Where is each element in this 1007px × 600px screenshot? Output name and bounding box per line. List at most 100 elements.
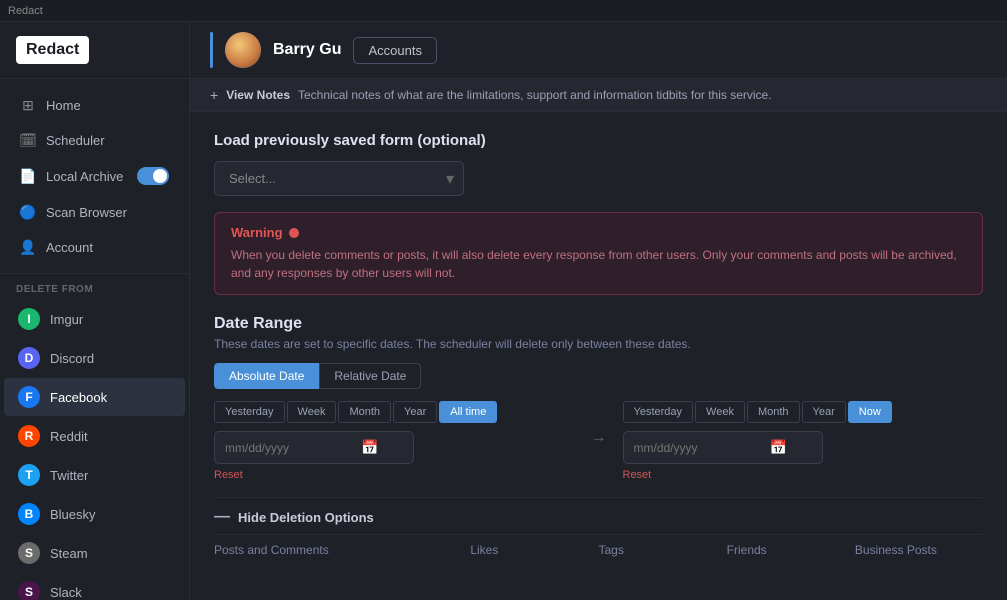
hide-deletion-label: Hide Deletion Options <box>238 510 374 525</box>
sidebar-item-label: Home <box>46 98 81 113</box>
service-label: Reddit <box>50 429 88 444</box>
start-reset-link[interactable]: Reset <box>214 469 575 481</box>
service-item-slack[interactable]: S Slack <box>4 573 185 600</box>
service-item-reddit[interactable]: R Reddit <box>4 417 185 455</box>
end-month-btn[interactable]: Month <box>747 401 800 423</box>
service-label: Facebook <box>50 390 107 405</box>
hide-deletion-options[interactable]: — Hide Deletion Options <box>214 497 983 534</box>
warning-title: Warning <box>231 225 966 240</box>
service-item-steam[interactable]: S Steam <box>4 534 185 572</box>
service-item-discord[interactable]: D Discord <box>4 339 185 377</box>
sidebar-item-account[interactable]: 👤 Account <box>4 230 185 264</box>
tab-relative-date[interactable]: Relative Date <box>319 363 421 389</box>
end-date-group: Yesterday Week Month Year Now 📅 Reset <box>623 401 984 481</box>
arrow-icon: → <box>591 429 607 447</box>
start-year-btn[interactable]: Year <box>393 401 437 423</box>
deletion-options-table: Posts and Comments Likes Tags Friends Bu… <box>214 534 983 565</box>
plus-icon: + <box>210 87 218 103</box>
sidebar-item-label: Account <box>46 240 93 255</box>
service-label: Imgur <box>50 312 83 327</box>
warning-box: Warning When you delete comments or post… <box>214 212 983 295</box>
sidebar-item-home[interactable]: ⊞ Home <box>4 88 185 122</box>
logo: Redact <box>16 36 89 64</box>
local-archive-toggle[interactable] <box>137 167 169 185</box>
date-arrow: → <box>575 429 623 447</box>
sidebar-item-label: Scheduler <box>46 133 105 148</box>
view-notes-bar[interactable]: + View Notes Technical notes of what are… <box>190 79 1007 112</box>
tab-absolute-date[interactable]: Absolute Date <box>214 363 319 389</box>
title-bar: Redact <box>0 0 1007 22</box>
service-label: Steam <box>50 546 88 561</box>
sidebar-logo: Redact <box>0 22 189 79</box>
service-label: Discord <box>50 351 94 366</box>
start-alltime-btn[interactable]: All time <box>439 401 497 423</box>
sidebar-item-scan-browser[interactable]: 🔵 Scan Browser <box>4 195 185 229</box>
home-icon: ⊞ <box>20 97 36 113</box>
end-quick-buttons: Yesterday Week Month Year Now <box>623 401 984 423</box>
view-notes-description: Technical notes of what are the limitati… <box>298 88 772 102</box>
scan-browser-icon: 🔵 <box>20 204 36 220</box>
end-reset-link[interactable]: Reset <box>623 469 984 481</box>
username: Barry Gu <box>273 41 341 59</box>
date-range-title: Date Range <box>214 315 983 333</box>
end-year-btn[interactable]: Year <box>802 401 846 423</box>
steam-icon: S <box>18 542 40 564</box>
accounts-button[interactable]: Accounts <box>353 37 436 64</box>
date-range-subtitle: These dates are set to specific dates. T… <box>214 337 983 351</box>
start-week-btn[interactable]: Week <box>287 401 337 423</box>
start-yesterday-btn[interactable]: Yesterday <box>214 401 285 423</box>
start-quick-buttons: Yesterday Week Month Year All time <box>214 401 575 423</box>
slack-icon: S <box>18 581 40 600</box>
start-date-group: Yesterday Week Month Year All time 📅 Res… <box>214 401 575 481</box>
scheduler-icon: 🗓 <box>20 132 36 148</box>
title-bar-label: Redact <box>8 5 43 17</box>
header-divider <box>210 32 213 68</box>
main-header: Barry Gu Accounts <box>190 22 1007 79</box>
main-content: Barry Gu Accounts + View Notes Technical… <box>190 22 1007 600</box>
start-calendar-icon: 📅 <box>361 439 378 456</box>
col-posts-comments: Posts and Comments <box>214 543 470 557</box>
bluesky-icon: B <box>18 503 40 525</box>
facebook-icon: F <box>18 386 40 408</box>
load-saved-title: Load previously saved form (optional) <box>214 132 983 149</box>
account-icon: 👤 <box>20 239 36 255</box>
deletion-table-header: Posts and Comments Likes Tags Friends Bu… <box>214 535 983 565</box>
end-date-input-wrapper: 📅 <box>623 431 823 464</box>
service-item-facebook[interactable]: F Facebook <box>4 378 185 416</box>
end-date-input[interactable] <box>634 441 764 455</box>
col-likes: Likes <box>470 543 598 557</box>
sidebar-item-label: Local Archive <box>46 169 123 184</box>
col-tags: Tags <box>599 543 727 557</box>
select-wrapper: Select... ▾ <box>214 161 464 196</box>
sidebar-item-local-archive[interactable]: 📄 Local Archive <box>4 158 185 194</box>
col-business-posts: Business Posts <box>855 543 983 557</box>
date-row: Yesterday Week Month Year All time 📅 Res… <box>214 401 983 481</box>
end-calendar-icon: 📅 <box>770 439 787 456</box>
service-item-imgur[interactable]: I Imgur <box>4 300 185 338</box>
warning-label: Warning <box>231 225 283 240</box>
view-notes-label: View Notes <box>226 88 290 102</box>
service-item-twitter[interactable]: T Twitter <box>4 456 185 494</box>
sidebar-item-scheduler[interactable]: 🗓 Scheduler <box>4 123 185 157</box>
local-archive-icon: 📄 <box>20 168 36 184</box>
end-week-btn[interactable]: Week <box>695 401 745 423</box>
start-month-btn[interactable]: Month <box>338 401 391 423</box>
start-date-input-wrapper: 📅 <box>214 431 414 464</box>
end-yesterday-btn[interactable]: Yesterday <box>623 401 694 423</box>
start-date-input[interactable] <box>225 441 355 455</box>
sidebar: Redact ⊞ Home 🗓 Scheduler 📄 Local Archiv… <box>0 22 190 600</box>
service-label: Bluesky <box>50 507 96 522</box>
services-list: I Imgur D Discord F Facebook R Reddit T … <box>0 299 189 600</box>
reddit-icon: R <box>18 425 40 447</box>
sidebar-nav: ⊞ Home 🗓 Scheduler 📄 Local Archive <box>0 79 189 274</box>
discord-icon: D <box>18 347 40 369</box>
warning-dot-icon <box>289 228 299 238</box>
service-item-bluesky[interactable]: B Bluesky <box>4 495 185 533</box>
select-box[interactable]: Select... <box>214 161 464 196</box>
minus-icon: — <box>214 508 230 526</box>
end-now-btn[interactable]: Now <box>848 401 892 423</box>
col-friends: Friends <box>727 543 855 557</box>
service-label: Twitter <box>50 468 88 483</box>
delete-from-label: DELETE FROM <box>0 274 189 299</box>
select-placeholder: Select... <box>229 171 276 186</box>
